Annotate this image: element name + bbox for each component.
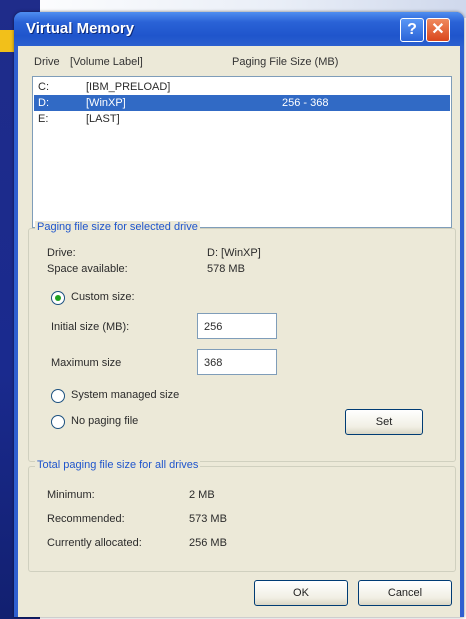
dialog-title: Virtual Memory bbox=[26, 20, 135, 37]
maximum-size-label: Maximum size bbox=[51, 357, 122, 369]
space-available-label: Space available: bbox=[47, 263, 128, 275]
column-header-drive: Drive bbox=[34, 56, 60, 68]
recommended-value: 573 MB bbox=[189, 513, 227, 525]
drive-letter: C: bbox=[38, 81, 49, 93]
help-icon: ? bbox=[407, 21, 417, 38]
custom-size-label: Custom size: bbox=[71, 291, 135, 303]
space-available-value: 578 MB bbox=[207, 263, 245, 275]
drive-row-c[interactable]: C: [IBM_PRELOAD] bbox=[34, 79, 450, 95]
custom-size-radio[interactable] bbox=[51, 291, 65, 305]
volume-label: [LAST] bbox=[86, 113, 120, 125]
initial-size-input[interactable]: 256 bbox=[197, 313, 277, 339]
total-paging-group: Total paging file size for all drives Mi… bbox=[28, 459, 456, 572]
volume-label: [WinXP] bbox=[86, 97, 126, 109]
dialog-body: Drive [Volume Label] Paging File Size (M… bbox=[18, 46, 460, 617]
close-button[interactable]: ✕ bbox=[426, 18, 450, 42]
no-paging-radio[interactable] bbox=[51, 415, 65, 429]
set-button[interactable]: Set bbox=[345, 409, 423, 435]
selected-group-title: Paging file size for selected drive bbox=[35, 221, 200, 233]
drive-row-d[interactable]: D: [WinXP] 256 - 368 bbox=[34, 95, 450, 111]
minimum-value: 2 MB bbox=[189, 489, 215, 501]
virtual-memory-dialog: Virtual Memory ? ✕ Drive [Volume Label] … bbox=[14, 12, 464, 617]
minimum-label: Minimum: bbox=[47, 489, 95, 501]
column-header-paging: Paging File Size (MB) bbox=[232, 56, 339, 68]
title-bar[interactable]: Virtual Memory ? ✕ bbox=[14, 12, 464, 46]
no-paging-label: No paging file bbox=[71, 415, 139, 427]
paging-size: 256 - 368 bbox=[282, 97, 329, 109]
close-icon: ✕ bbox=[431, 21, 445, 38]
help-button[interactable]: ? bbox=[400, 18, 424, 42]
volume-label: [IBM_PRELOAD] bbox=[86, 81, 171, 93]
drive-row-e[interactable]: E: [LAST] bbox=[34, 111, 450, 127]
maximum-size-input[interactable]: 368 bbox=[197, 349, 277, 375]
column-header-volume: [Volume Label] bbox=[70, 56, 143, 68]
selected-drive-group: Paging file size for selected drive Driv… bbox=[28, 221, 456, 462]
currently-allocated-value: 256 MB bbox=[189, 537, 227, 549]
drive-letter: E: bbox=[38, 113, 49, 125]
recommended-label: Recommended: bbox=[47, 513, 125, 525]
drive-letter: D: bbox=[38, 97, 49, 109]
drive-value: D: [WinXP] bbox=[207, 247, 261, 259]
system-managed-radio[interactable] bbox=[51, 389, 65, 403]
drive-label: Drive: bbox=[47, 247, 76, 259]
system-managed-label: System managed size bbox=[71, 389, 180, 401]
drive-list[interactable]: C: [IBM_PRELOAD] D: [WinXP] 256 - 368 E:… bbox=[32, 76, 452, 228]
initial-size-label: Initial size (MB): bbox=[51, 321, 130, 333]
total-group-title: Total paging file size for all drives bbox=[35, 459, 201, 471]
cancel-button[interactable]: Cancel bbox=[358, 580, 452, 606]
currently-allocated-label: Currently allocated: bbox=[47, 537, 142, 549]
ok-button[interactable]: OK bbox=[254, 580, 348, 606]
